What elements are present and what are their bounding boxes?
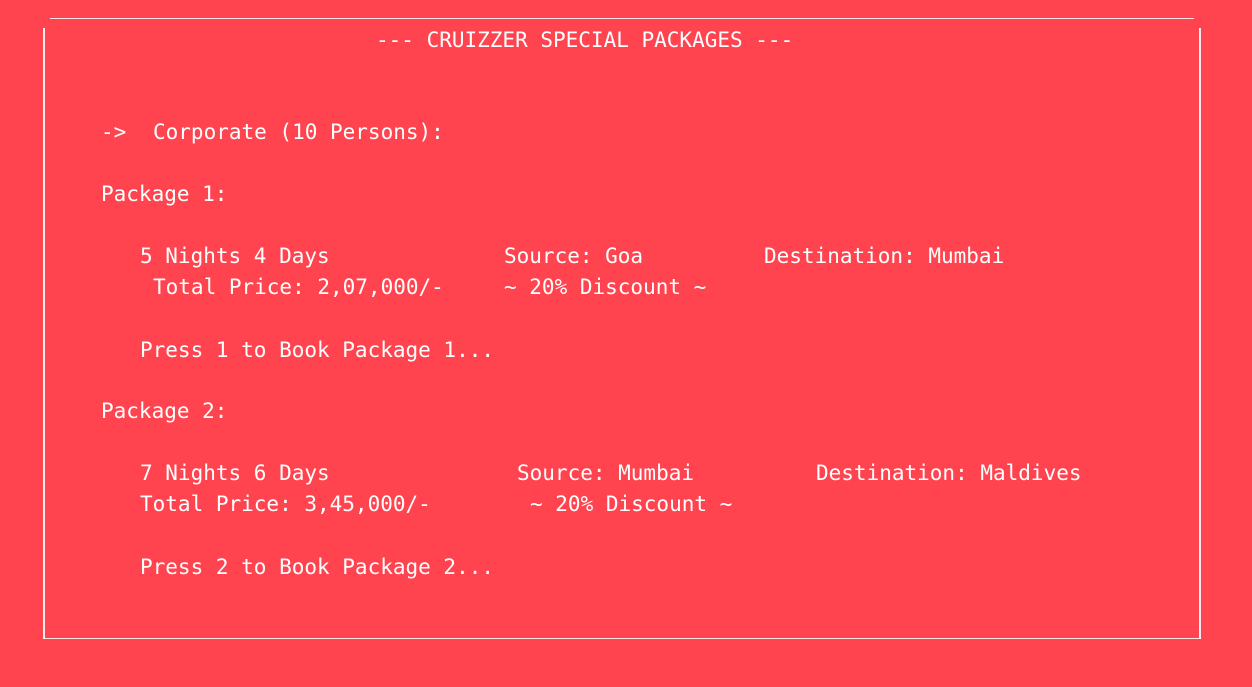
package-2-duration: 7 Nights 6 Days (140, 461, 330, 485)
box-border-right (1199, 28, 1201, 639)
package-1-duration: 5 Nights 4 Days (140, 244, 330, 268)
package-1-heading: Package 1: (101, 182, 228, 206)
package-1-book-prompt: Press 1 to Book Package 1... (140, 338, 495, 362)
box-border-left (43, 28, 45, 639)
package-2-price: Total Price: 3,45,000/- (140, 492, 431, 516)
package-1-source: Source: Goa (504, 244, 644, 268)
package-1-destination: Destination: Mumbai (764, 244, 1005, 268)
package-2-source: Source: Mumbai (517, 461, 695, 485)
package-2-discount: ~ 20% Discount ~ (530, 492, 733, 516)
console-window: --- CRUIZZER SPECIAL PACKAGES --- -> Cor… (0, 0, 1252, 687)
box-border-bottom (44, 638, 1201, 639)
package-1-price: Total Price: 2,07,000/- (153, 275, 444, 299)
category-label: Corporate (10 Persons): (153, 120, 444, 144)
box-border-top (50, 18, 1194, 19)
page-title: --- CRUIZZER SPECIAL PACKAGES --- (376, 28, 794, 52)
category-arrow: -> (101, 120, 127, 144)
package-2-destination: Destination: Maldives (816, 461, 1082, 485)
package-2-heading: Package 2: (101, 399, 228, 423)
package-1-discount: ~ 20% Discount ~ (504, 275, 707, 299)
package-2-book-prompt: Press 2 to Book Package 2... (140, 555, 495, 579)
